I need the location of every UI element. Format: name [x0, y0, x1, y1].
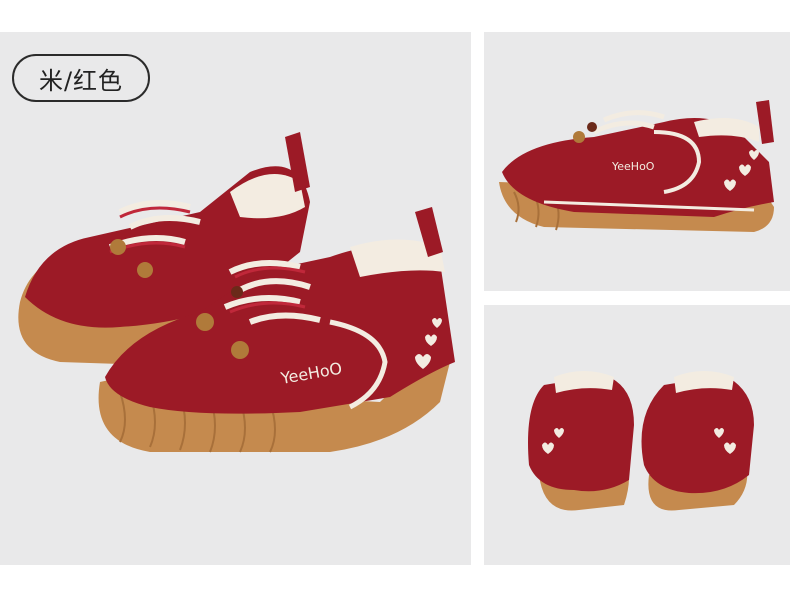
right-heel — [641, 371, 754, 511]
side-shoe-brand: YeeHoO — [611, 160, 655, 173]
back-shoe-illustration — [528, 371, 754, 511]
side-view-panel: YeeHoO — [484, 32, 790, 291]
left-heel — [528, 371, 634, 511]
back-view-panel — [484, 305, 790, 565]
main-product-panel: 米/红色 YeeHoO — [0, 32, 471, 565]
side-shoe-illustration: YeeHoO — [499, 100, 774, 232]
shoe-pair-illustration: YeeHoO — [18, 132, 455, 453]
